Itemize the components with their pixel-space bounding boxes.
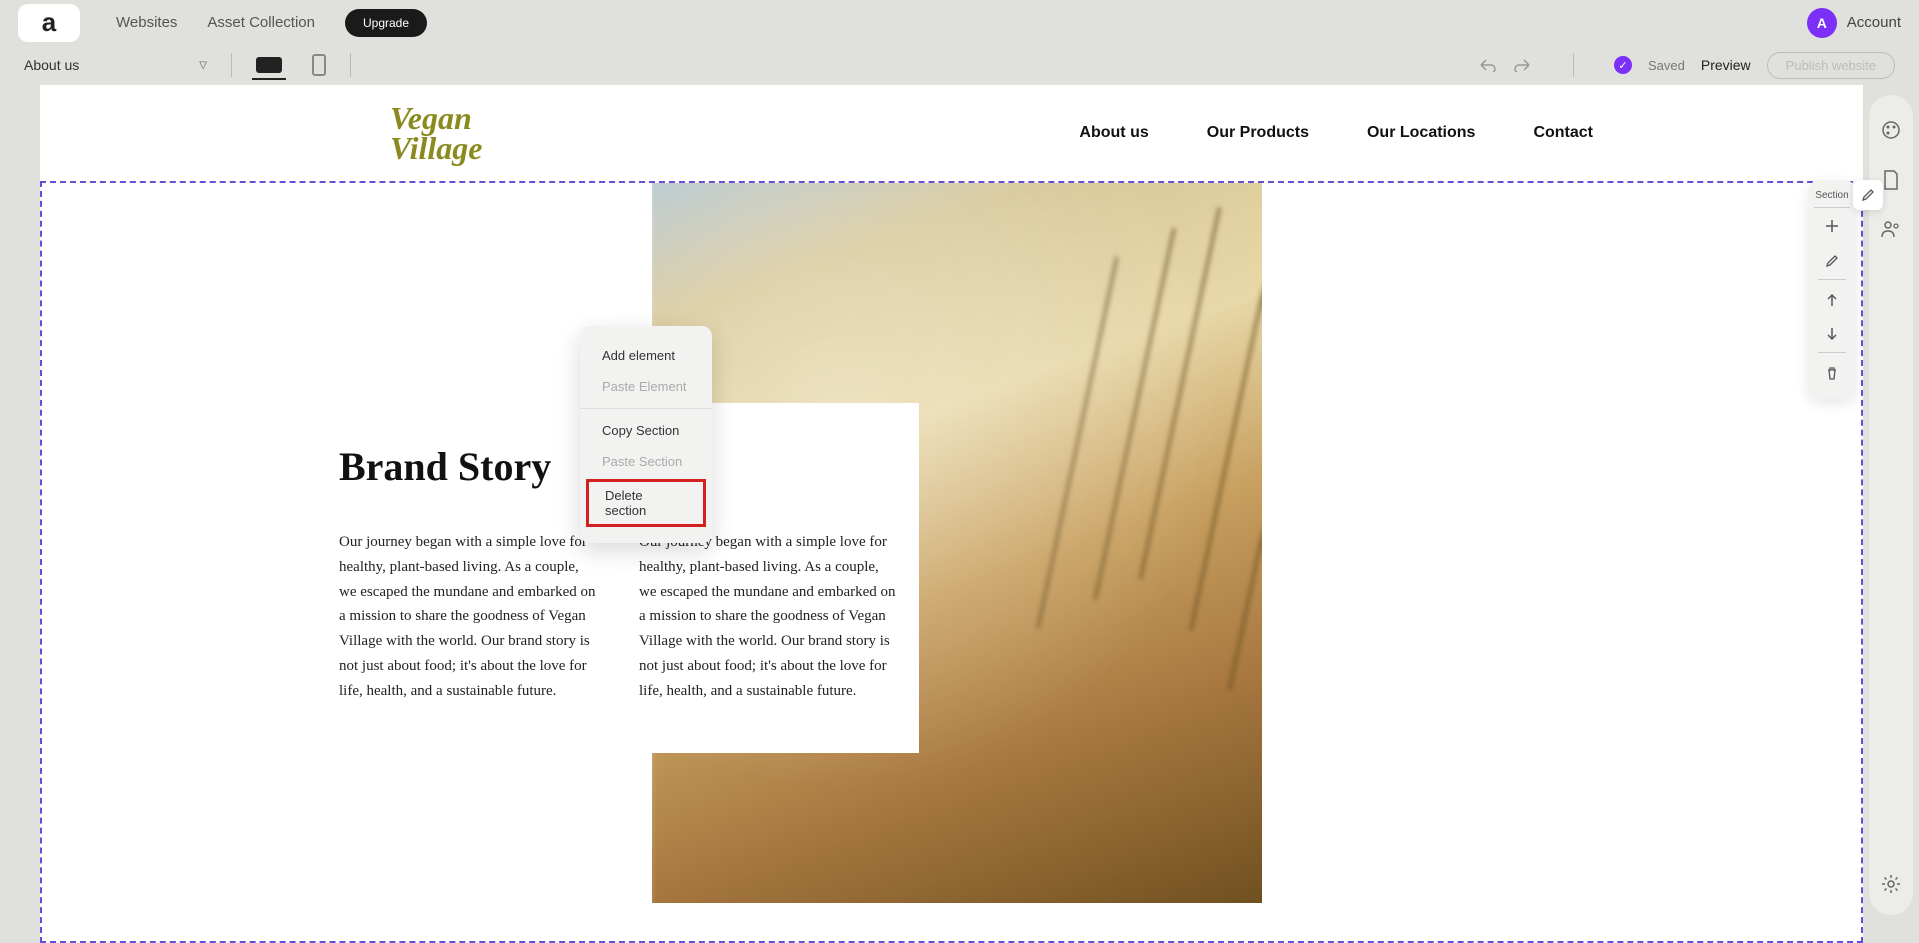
top-links: Websites Asset Collection Upgrade [116, 9, 427, 37]
desktop-view-button[interactable] [256, 57, 282, 73]
text-column-1[interactable]: Our journey began with a simple love for… [339, 530, 599, 703]
page-button[interactable] [1881, 169, 1901, 191]
nav-contact[interactable]: Contact [1533, 124, 1593, 142]
nav-products[interactable]: Our Products [1207, 124, 1309, 142]
preview-button[interactable]: Preview [1701, 57, 1751, 73]
divider [1573, 53, 1574, 77]
undo-button[interactable] [1477, 58, 1497, 72]
text-columns: Our journey began with a simple love for… [339, 530, 919, 703]
secondary-bar: About us ▽ ✓ Saved Preview Publish websi… [0, 45, 1919, 85]
arrow-down-icon [1826, 327, 1838, 341]
settings-button[interactable] [1880, 873, 1902, 895]
delete-button[interactable] [1809, 355, 1855, 389]
context-menu: Add element Paste Element Copy Section P… [580, 326, 712, 543]
top-bar: a Websites Asset Collection Upgrade A Ac… [0, 0, 1919, 45]
edit-button[interactable] [1809, 242, 1855, 276]
redo-button[interactable] [1513, 58, 1533, 72]
upgrade-button[interactable]: Upgrade [345, 9, 427, 37]
page-selector-label: About us [24, 57, 79, 73]
secondary-right: ✓ Saved Preview Publish website [1477, 52, 1895, 79]
brand-line1: Vegan [390, 103, 482, 133]
collab-button[interactable] [1880, 219, 1902, 239]
people-icon [1880, 219, 1902, 239]
ctx-paste-section: Paste Section [580, 446, 712, 477]
section-toolbar: Section [1809, 180, 1855, 399]
ctx-add-element[interactable]: Add element [580, 340, 712, 371]
saved-label: Saved [1648, 58, 1685, 73]
move-down-button[interactable] [1809, 316, 1855, 350]
ctx-delete-section[interactable]: Delete section [586, 479, 706, 527]
divider [1818, 279, 1846, 280]
nav-asset-collection[interactable]: Asset Collection [207, 14, 315, 31]
ctx-copy-section[interactable]: Copy Section [580, 415, 712, 446]
add-section-button[interactable] [1809, 208, 1855, 242]
saved-check-icon: ✓ [1614, 56, 1632, 74]
arrow-up-icon [1826, 293, 1838, 307]
divider [1818, 352, 1846, 353]
mobile-view-button[interactable] [312, 54, 326, 76]
right-tool-rail [1869, 95, 1913, 915]
publish-button[interactable]: Publish website [1767, 52, 1895, 79]
brand-logo[interactable]: Vegan Village [390, 103, 482, 164]
divider [580, 408, 712, 409]
mobile-icon [312, 54, 326, 76]
divider [350, 53, 351, 77]
trash-icon [1825, 366, 1839, 380]
page-icon [1881, 169, 1901, 191]
plus-icon [1825, 219, 1839, 233]
theme-button[interactable] [1880, 119, 1902, 141]
top-right: A Account [1807, 8, 1901, 38]
brand-line2: Village [390, 133, 482, 163]
divider [231, 53, 232, 77]
page-selector[interactable]: About us ▽ [24, 57, 207, 73]
site-nav: About us Our Products Our Locations Cont… [1079, 124, 1593, 142]
palette-icon [1880, 119, 1902, 141]
pencil-icon [1825, 254, 1839, 268]
edit-section-button[interactable] [1853, 180, 1883, 210]
nav-websites[interactable]: Websites [116, 14, 177, 31]
selected-section[interactable]: Brand Story Our journey began with a sim… [40, 181, 1863, 943]
nav-about[interactable]: About us [1079, 124, 1148, 142]
site-header: Vegan Village About us Our Products Our … [40, 85, 1863, 181]
ctx-paste-element: Paste Element [580, 371, 712, 402]
device-switcher [256, 54, 326, 76]
chevron-down-icon: ▽ [199, 60, 207, 71]
section-toolbar-label: Section [1814, 190, 1851, 208]
nav-locations[interactable]: Our Locations [1367, 124, 1475, 142]
text-column-2[interactable]: Our journey began with a simple love for… [639, 530, 899, 703]
canvas: Vegan Village About us Our Products Our … [40, 85, 1863, 943]
desktop-icon [256, 57, 282, 73]
avatar[interactable]: A [1807, 8, 1837, 38]
move-up-button[interactable] [1809, 282, 1855, 316]
app-logo[interactable]: a [18, 4, 80, 42]
account-link[interactable]: Account [1847, 14, 1901, 31]
pencil-icon [1861, 188, 1875, 202]
gear-icon [1880, 873, 1902, 895]
